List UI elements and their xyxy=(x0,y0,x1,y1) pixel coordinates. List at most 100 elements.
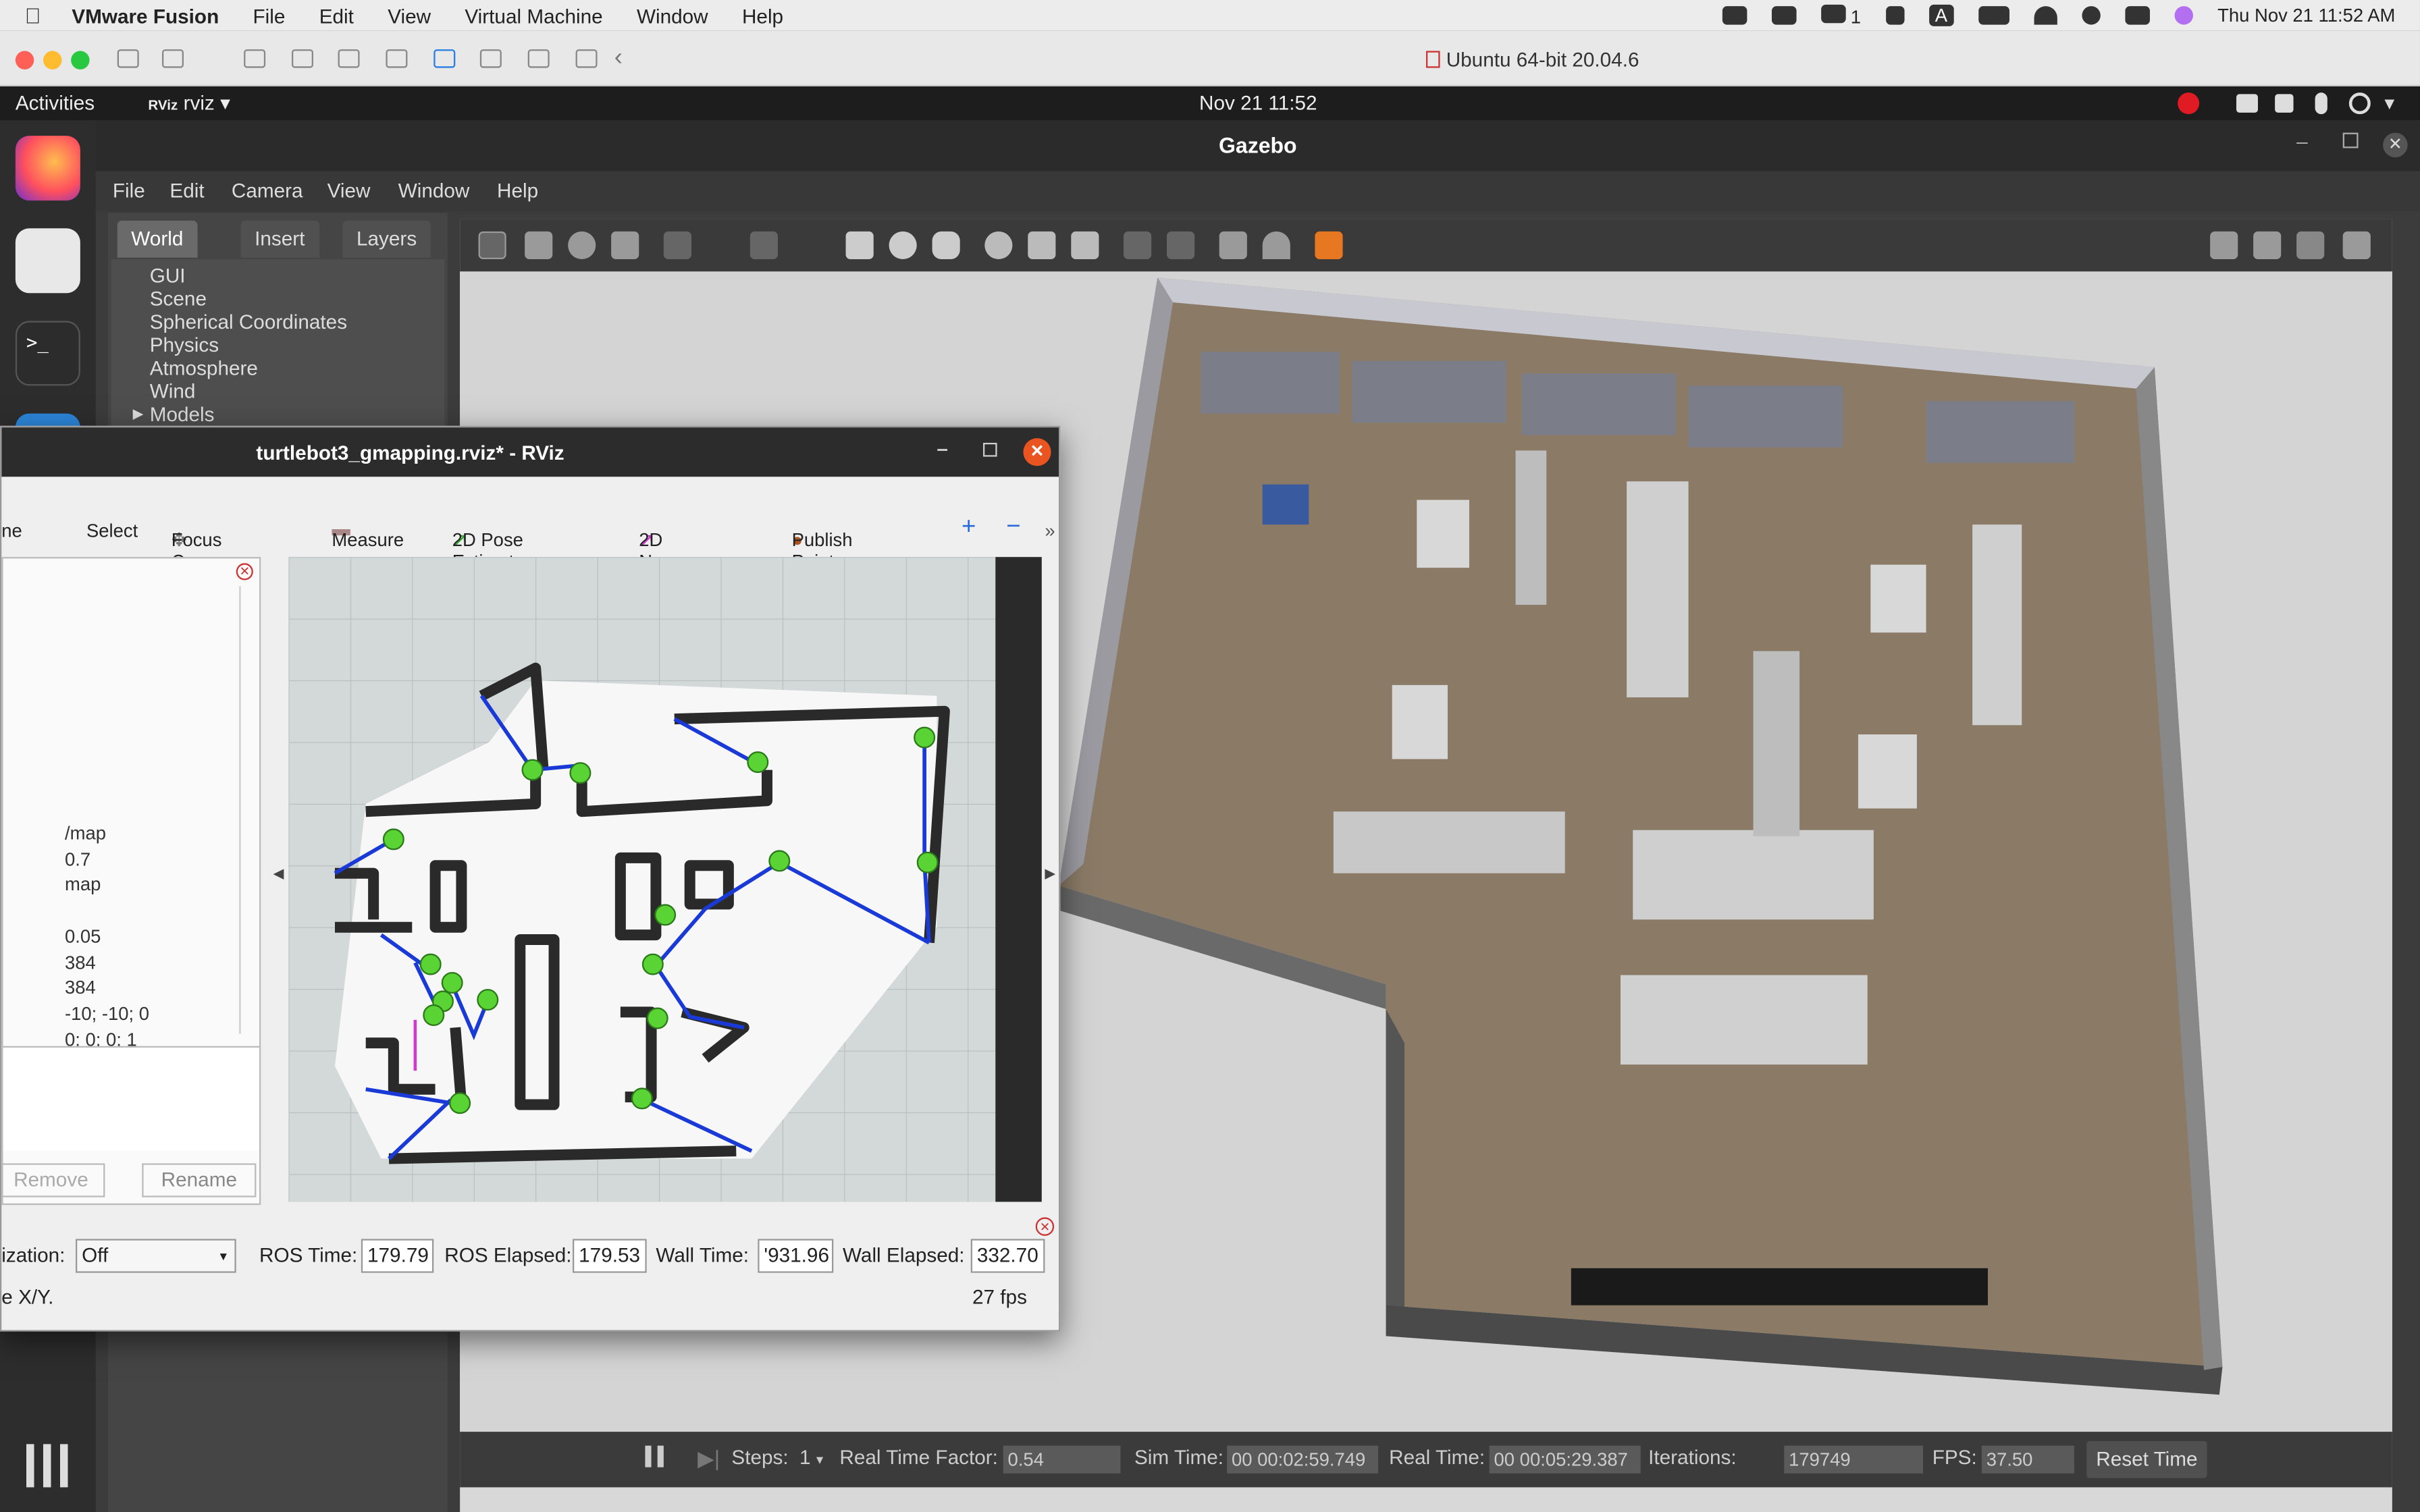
tab-world[interactable]: World xyxy=(117,220,197,258)
spot-light-icon[interactable] xyxy=(1028,231,1056,259)
activities-button[interactable]: Activities xyxy=(16,91,95,114)
record-video-icon[interactable] xyxy=(2342,231,2371,259)
rviz-3d-view[interactable]: ◀ ▶ xyxy=(273,557,1055,1202)
apple-icon[interactable]:  xyxy=(25,3,41,28)
steps-spinbox[interactable]: 1 ▾ xyxy=(799,1446,823,1469)
tree-item-spherical-coordinates[interactable]: Spherical Coordinates xyxy=(150,310,347,333)
wifi-icon[interactable] xyxy=(2034,6,2057,25)
wall-time-field[interactable]: '931.96 xyxy=(758,1239,834,1273)
gazebo-menu-file[interactable]: File xyxy=(113,179,145,202)
sync-mode-select[interactable]: Off ▾ xyxy=(75,1239,236,1273)
remove-display-button[interactable]: Remove xyxy=(1,1163,105,1197)
gazebo-menu-camera[interactable]: Camera xyxy=(232,179,303,202)
network-icon[interactable] xyxy=(291,49,313,68)
prop-position[interactable]: -10; -10; 0 xyxy=(65,1001,149,1027)
rviz-close-button[interactable]: ✕ xyxy=(1023,438,1051,466)
cylinder-shape-icon[interactable] xyxy=(932,231,960,259)
prop-resolution[interactable]: 0.05 xyxy=(65,924,149,950)
tree-item-atmosphere[interactable]: Atmosphere xyxy=(150,356,258,379)
gazebo-maximize-button[interactable] xyxy=(2342,132,2359,148)
settings-wrench-icon[interactable] xyxy=(244,49,266,68)
point-light-icon[interactable] xyxy=(984,231,1013,259)
menu-virtual-machine[interactable]: Virtual Machine xyxy=(465,4,602,27)
search-icon[interactable] xyxy=(2081,6,2101,25)
menu-edit[interactable]: Edit xyxy=(319,4,354,27)
gazebo-close-button[interactable]: ✕ xyxy=(2383,132,2408,158)
zoom-window-button[interactable] xyxy=(71,51,90,70)
files-icon[interactable] xyxy=(15,228,80,294)
rviz-maximize-button[interactable] xyxy=(982,442,997,457)
tool-truncated-label[interactable]: ne xyxy=(1,520,22,541)
tool-select[interactable]: Select xyxy=(86,520,138,541)
cloud-icon[interactable] xyxy=(1771,6,1797,25)
gazebo-menu-view[interactable]: View xyxy=(327,179,371,202)
menu-view[interactable]: View xyxy=(388,4,431,27)
directional-light-icon[interactable] xyxy=(1071,231,1099,259)
prop-alpha[interactable]: 0.7 xyxy=(65,846,149,872)
log-icon[interactable] xyxy=(2253,231,2282,259)
system-menu-caret-icon[interactable]: ▾ xyxy=(2384,91,2394,116)
add-tool-plus-icon[interactable]: + xyxy=(962,514,976,541)
undo-icon[interactable] xyxy=(663,231,691,259)
ros-time-field[interactable]: 179.79 xyxy=(361,1239,434,1273)
box-shape-icon[interactable] xyxy=(845,231,874,259)
gazebo-menu-help[interactable]: Help xyxy=(497,179,538,202)
printer-icon[interactable] xyxy=(386,49,408,68)
sphere-shape-icon[interactable] xyxy=(889,231,917,259)
paste-icon[interactable] xyxy=(1166,231,1195,259)
power-icon[interactable] xyxy=(2348,92,2371,115)
pause-icon[interactable] xyxy=(645,1445,664,1467)
firefox-icon[interactable] xyxy=(15,136,80,201)
ubuntu-clock[interactable]: Nov 21 11:52 xyxy=(1199,91,1317,114)
app-menu-vmware[interactable]: VMware Fusion xyxy=(72,4,219,27)
prop-width[interactable]: 384 xyxy=(65,950,149,975)
translate-mode-icon[interactable] xyxy=(525,231,553,259)
reset-time-button[interactable]: Reset Time xyxy=(2086,1440,2207,1478)
tree-item-models[interactable]: ▶ Models xyxy=(133,403,215,426)
close-window-button[interactable] xyxy=(15,51,34,70)
volume-icon[interactable] xyxy=(2275,94,2294,113)
terminal-icon[interactable]: >_ xyxy=(15,321,80,386)
tab-insert[interactable]: Insert xyxy=(240,220,319,258)
copy-icon[interactable] xyxy=(1123,231,1152,259)
displays-scrollbar[interactable] xyxy=(239,586,255,1034)
tree-item-gui[interactable]: GUI xyxy=(150,264,186,287)
do-not-disturb-icon[interactable] xyxy=(2178,92,2200,115)
gazebo-minimize-button[interactable]: – xyxy=(2296,130,2308,153)
headphones-icon[interactable] xyxy=(1885,6,1905,25)
chevron-left-icon[interactable]: ‹ xyxy=(614,45,623,72)
gazebo-menu-edit[interactable]: Edit xyxy=(169,179,204,202)
snapshot-icon[interactable] xyxy=(161,49,184,68)
rotate-mode-icon[interactable] xyxy=(568,231,596,259)
usb-icon[interactable] xyxy=(527,49,550,68)
panel-close-icon[interactable]: ✕ xyxy=(236,563,253,580)
clock[interactable]: Thu Nov 21 11:52 AM xyxy=(2217,5,2395,26)
select-mode-icon[interactable] xyxy=(478,231,506,259)
tree-item-scene[interactable]: Scene xyxy=(150,287,207,310)
microphone-icon[interactable] xyxy=(2315,92,2327,115)
ros-elapsed-field[interactable]: 179.53 xyxy=(572,1239,647,1273)
wechat-badge[interactable]: 1 xyxy=(1820,3,1861,27)
siri-icon[interactable] xyxy=(2174,6,2193,25)
remove-tool-minus-icon[interactable]: − xyxy=(1006,514,1020,541)
collapse-right-icon[interactable]: ▶ xyxy=(1045,865,1055,882)
gazebo-menu-window[interactable]: Window xyxy=(398,179,470,202)
input-source-icon[interactable]: A xyxy=(1928,4,1954,26)
menu-window[interactable]: Window xyxy=(637,4,708,27)
toolbar-overflow-icon[interactable]: » xyxy=(1045,520,1055,541)
rviz-minimize-button[interactable]: – xyxy=(937,437,948,460)
control-center-icon[interactable] xyxy=(2124,6,2150,25)
snap-magnet-icon[interactable] xyxy=(1262,231,1290,259)
redo-icon[interactable] xyxy=(749,231,778,259)
minimize-window-button[interactable] xyxy=(43,51,62,70)
menu-file[interactable]: File xyxy=(253,4,286,27)
rename-display-button[interactable]: Rename xyxy=(142,1163,257,1197)
wall-elapsed-field[interactable]: 332.70 xyxy=(970,1239,1045,1273)
menu-help[interactable]: Help xyxy=(742,4,783,27)
app-menu-rviz[interactable]: RViz rviz ▾ xyxy=(148,91,230,116)
align-icon[interactable] xyxy=(1219,231,1247,259)
tab-layers[interactable]: Layers xyxy=(342,220,431,258)
screenshot-camera-icon[interactable] xyxy=(2210,231,2238,259)
prop-frame[interactable]: map xyxy=(65,872,149,898)
time-panel-close-icon[interactable]: ✕ xyxy=(1035,1217,1055,1236)
